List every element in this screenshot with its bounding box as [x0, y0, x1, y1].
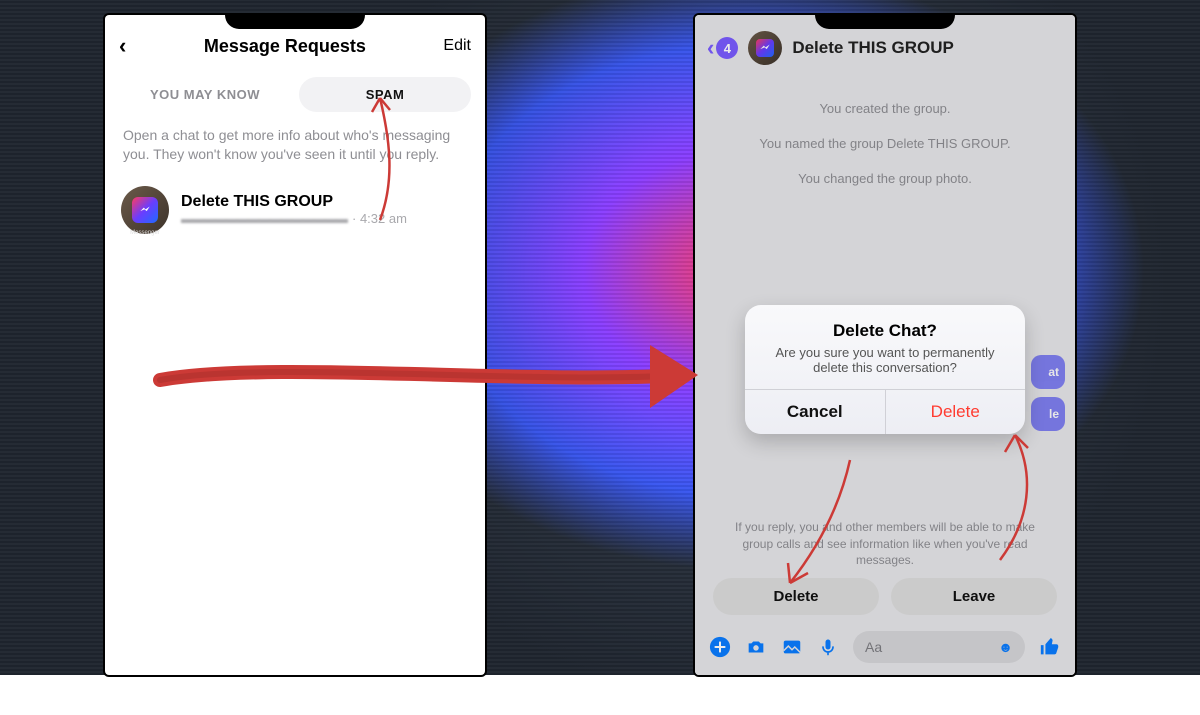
messenger-logo-icon	[132, 197, 158, 223]
phone-right: ‹ 4 Delete THIS GROUP You created the gr…	[695, 15, 1075, 675]
delete-chat-dialog: Delete Chat? Are you sure you want to pe…	[745, 305, 1025, 434]
group-avatar: Messenger	[121, 186, 169, 234]
chat-preview: ▬▬▬▬▬▬▬▬▬▬▬▬▬▬▬ · 4:32 am	[181, 211, 469, 226]
dialog-title: Delete Chat?	[745, 305, 1025, 345]
chat-name: Delete THIS GROUP	[181, 193, 469, 211]
dialog-message: Are you sure you want to permanently del…	[745, 345, 1025, 389]
edit-button[interactable]: Edit	[443, 37, 471, 55]
phone-notch	[225, 15, 365, 29]
info-text: Open a chat to get more info about who's…	[105, 118, 485, 178]
dialog-cancel-button[interactable]: Cancel	[745, 390, 886, 434]
chat-row[interactable]: Messenger Delete THIS GROUP ▬▬▬▬▬▬▬▬▬▬▬▬…	[105, 178, 485, 242]
page-title: Message Requests	[204, 36, 366, 57]
tab-spam[interactable]: SPAM	[299, 77, 471, 112]
tab-you-may-know[interactable]: YOU MAY KNOW	[119, 77, 291, 112]
back-chevron-icon[interactable]: ‹	[119, 33, 126, 59]
preview-redacted: ▬▬▬▬▬▬▬▬▬▬▬▬▬▬▬	[181, 211, 346, 226]
phone-left: ‹ Message Requests Edit YOU MAY KNOW SPA…	[105, 15, 485, 675]
chat-timestamp: · 4:32 am	[352, 211, 407, 226]
dialog-delete-button[interactable]: Delete	[886, 390, 1026, 434]
avatar-caption: Messenger	[130, 230, 160, 236]
tabs: YOU MAY KNOW SPAM	[105, 67, 485, 118]
